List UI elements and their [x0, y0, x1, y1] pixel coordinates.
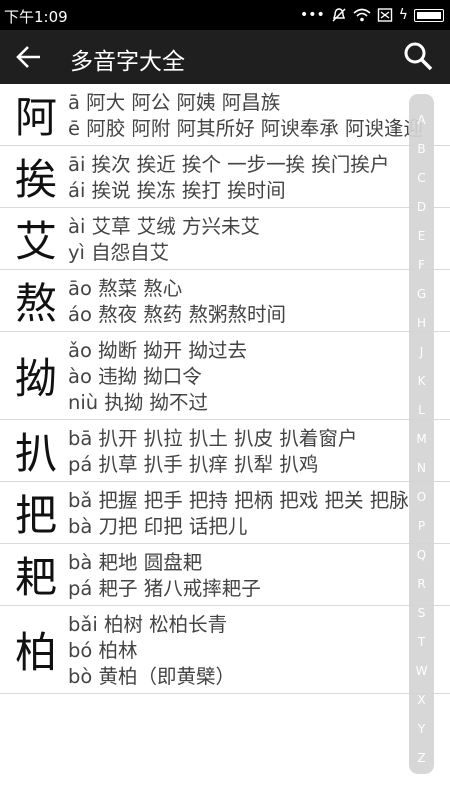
app-bar: 多音字大全: [0, 30, 450, 84]
alphabet-index-bar[interactable]: A B C D E F G H J K L M N O P Q R S T W X Y Z: [409, 94, 434, 774]
index-letter[interactable]: J: [409, 345, 434, 359]
index-letter[interactable]: L: [409, 403, 434, 417]
no-sim-icon: [377, 8, 392, 22]
index-letter[interactable]: R: [409, 577, 434, 591]
reading-line: niù 执拗 拗不过: [68, 391, 209, 414]
reading-line: ài 艾草 艾绒 方兴未艾: [68, 215, 260, 238]
list-item[interactable]: 拗 ǎo 拗断 拗开 拗过去 ào 违拗 拗口令 niù 执拗 拗不过: [0, 332, 450, 420]
entry-readings: bǎ 把握 把手 把持 把柄 把戏 把关 把脉 bà 刀把 印把 话把儿: [68, 482, 450, 543]
reading-line: ǎo 拗断 拗开 拗过去: [68, 339, 247, 362]
reading-line: bó 柏林: [68, 639, 138, 662]
index-letter[interactable]: P: [409, 519, 434, 533]
index-letter[interactable]: Y: [409, 722, 434, 736]
reading-line: bà 耙地 圆盘耙: [68, 551, 203, 574]
index-letter[interactable]: M: [409, 432, 434, 446]
index-letter[interactable]: T: [409, 635, 434, 649]
list-item[interactable]: 扒 bā 扒开 扒拉 扒土 扒皮 扒着窗户 pá 扒草 扒手 扒痒 扒犁 扒鸡: [0, 420, 450, 482]
entry-readings: ǎo 拗断 拗开 拗过去 ào 违拗 拗口令 niù 执拗 拗不过: [68, 332, 450, 419]
reading-line: ā 阿大 阿公 阿姨 阿昌族: [68, 91, 281, 114]
entry-character: 阿: [14, 93, 57, 142]
index-letter[interactable]: X: [409, 693, 434, 707]
list-item[interactable]: 艾 ài 艾草 艾绒 方兴未艾 yì 自怨自艾: [0, 208, 450, 270]
reading-line: bò 黄柏（即黄檗）: [68, 665, 236, 688]
page-title: 多音字大全: [70, 49, 185, 75]
reading-line: bǎ 把握 把手 把持 把柄 把戏 把关 把脉: [68, 489, 409, 512]
reading-line: ào 违拗 拗口令: [68, 365, 202, 388]
index-letter[interactable]: D: [409, 200, 434, 214]
entry-character: 拗: [14, 354, 57, 403]
entry-character: 耙: [14, 553, 57, 602]
entry-readings: ài 艾草 艾绒 方兴未艾 yì 自怨自艾: [68, 208, 450, 269]
reading-line: yì 自怨自艾: [68, 241, 170, 264]
index-letter[interactable]: C: [409, 171, 434, 185]
status-bar: 下午1:09 ••• ϟ: [0, 0, 450, 30]
index-letter[interactable]: G: [409, 287, 434, 301]
charging-icon: ϟ: [398, 7, 408, 23]
reading-line: ái 挨说 挨冻 挨打 挨时间: [68, 179, 286, 202]
list-item[interactable]: 阿 ā 阿大 阿公 阿姨 阿昌族 ē 阿胶 阿附 阿其所好 阿谀奉承 阿谀逢迎: [0, 84, 450, 146]
entry-readings: bǎi 柏树 松柏长青 bó 柏林 bò 黄柏（即黄檗）: [68, 606, 450, 693]
list-item[interactable]: 把 bǎ 把握 把手 把持 把柄 把戏 把关 把脉 bà 刀把 印把 话把儿: [0, 482, 450, 544]
reading-line: bā 扒开 扒拉 扒土 扒皮 扒着窗户: [68, 427, 358, 450]
wifi-icon: [353, 8, 371, 22]
index-letter[interactable]: K: [409, 374, 434, 388]
entry-character: 艾: [14, 217, 57, 266]
reading-line: pá 耙子 猪八戒摔耙子: [68, 577, 261, 600]
index-letter[interactable]: W: [409, 664, 434, 678]
entry-character: 扒: [14, 429, 57, 478]
index-letter[interactable]: S: [409, 606, 434, 620]
entry-readings: bà 耙地 圆盘耙 pá 耙子 猪八戒摔耙子: [68, 544, 450, 605]
reading-line: āi 挨次 挨近 挨个 一步一挨 挨门挨户: [68, 153, 390, 176]
search-icon[interactable]: [402, 40, 434, 72]
battery-icon: [414, 8, 444, 22]
list-item[interactable]: 耙 bà 耙地 圆盘耙 pá 耙子 猪八戒摔耙子: [0, 544, 450, 606]
entry-readings: ā 阿大 阿公 阿姨 阿昌族 ē 阿胶 阿附 阿其所好 阿谀奉承 阿谀逢迎: [68, 84, 450, 145]
index-letter[interactable]: H: [409, 316, 434, 330]
index-letter[interactable]: B: [409, 142, 434, 156]
entry-character: 把: [14, 491, 57, 540]
reading-line: bà 刀把 印把 话把儿: [68, 515, 248, 538]
index-letter[interactable]: E: [409, 229, 434, 243]
index-letter[interactable]: Z: [409, 751, 434, 765]
reading-line: bǎi 柏树 松柏长青: [68, 613, 228, 636]
status-icons: ••• ϟ: [300, 5, 444, 25]
more-dots-icon: •••: [299, 7, 325, 23]
reading-line: áo 熬夜 熬药 熬粥熬时间: [68, 303, 286, 326]
list-item[interactable]: 柏 bǎi 柏树 松柏长青 bó 柏林 bò 黄柏（即黄檗）: [0, 606, 450, 694]
index-letter[interactable]: N: [409, 461, 434, 475]
reading-line: pá 扒草 扒手 扒痒 扒犁 扒鸡: [68, 453, 319, 476]
status-time: 下午1:09: [4, 8, 68, 26]
reading-line: ē 阿胶 阿附 阿其所好 阿谀奉承 阿谀逢迎: [68, 117, 423, 140]
index-letter[interactable]: A: [409, 113, 434, 127]
list-item[interactable]: 挨 āi 挨次 挨近 挨个 一步一挨 挨门挨户 ái 挨说 挨冻 挨打 挨时间: [0, 146, 450, 208]
entry-character: 挨: [14, 155, 57, 204]
index-letter[interactable]: O: [409, 490, 434, 504]
entry-readings: āi 挨次 挨近 挨个 一步一挨 挨门挨户 ái 挨说 挨冻 挨打 挨时间: [68, 146, 450, 207]
reading-line: āo 熬菜 熬心: [68, 277, 183, 300]
index-letter[interactable]: Q: [409, 548, 434, 562]
list-item[interactable]: 熬 āo 熬菜 熬心 áo 熬夜 熬药 熬粥熬时间: [0, 270, 450, 332]
entry-readings: bā 扒开 扒拉 扒土 扒皮 扒着窗户 pá 扒草 扒手 扒痒 扒犁 扒鸡: [68, 420, 450, 481]
index-letter[interactable]: F: [409, 258, 434, 272]
polyphone-list[interactable]: 阿ā 阿大 阿公 阿姨 阿昌族 ē 阿胶 阿附 阿其所好 阿谀奉承 阿谀逢迎挨 āi…: [0, 84, 450, 800]
entry-readings: āo 熬菜 熬心 áo 熬夜 熬药 熬粥熬时间: [68, 270, 450, 331]
mute-icon: [332, 8, 346, 22]
entry-character: 熬: [14, 279, 57, 328]
entry-character: 柏: [14, 628, 57, 677]
back-arrow-icon[interactable]: [14, 42, 44, 72]
